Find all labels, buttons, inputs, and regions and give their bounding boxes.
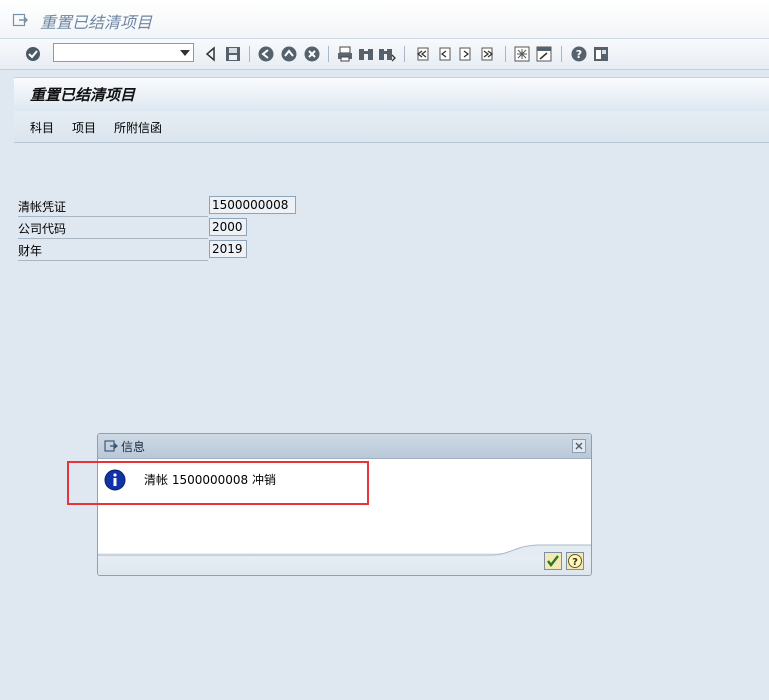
label-fiscal-year: 财年: [18, 240, 208, 261]
create-session-icon[interactable]: [513, 45, 531, 63]
application-toolbar: 科目 项目 所附信函: [14, 111, 769, 143]
dialog-title-bar: 信息: [98, 434, 591, 459]
shortcut-icon[interactable]: [535, 45, 553, 63]
dialog-footer: [98, 544, 591, 575]
dialog-title: 信息: [121, 440, 146, 454]
highlight-box: [67, 461, 369, 505]
help-icon: ?: [568, 554, 582, 568]
standard-toolbar: ?: [0, 39, 769, 70]
save-icon[interactable]: [224, 45, 242, 63]
exit-icon: [12, 12, 28, 28]
continue-button[interactable]: [544, 552, 562, 570]
first-page-icon[interactable]: [413, 45, 431, 63]
toolbar-separator: [561, 46, 562, 62]
window-title: 重置已结清项目: [40, 13, 153, 32]
menu-item-items[interactable]: 项目: [72, 119, 96, 136]
toolbar-separator: [505, 46, 506, 62]
command-field[interactable]: [53, 43, 194, 62]
chevron-down-icon[interactable]: [176, 44, 193, 61]
clearing-document-field[interactable]: 1500000008: [209, 196, 296, 214]
help-button[interactable]: ?: [566, 552, 584, 570]
toolbar-separator: [249, 46, 250, 62]
title-bar: 重置已结清项目: [0, 0, 769, 39]
help-icon[interactable]: ?: [570, 45, 588, 63]
cancel-icon[interactable]: [303, 45, 321, 63]
continue-check-icon: [547, 555, 559, 567]
menu-item-account[interactable]: 科目: [30, 119, 54, 136]
back-triangle-icon[interactable]: [202, 45, 220, 63]
back-icon[interactable]: [257, 45, 275, 63]
svg-text:?: ?: [572, 557, 578, 568]
label-clearing-document: 清帐凭证: [18, 196, 208, 217]
exit-icon: [104, 439, 118, 453]
find-icon[interactable]: [357, 45, 375, 63]
close-icon[interactable]: [572, 439, 586, 453]
company-code-field[interactable]: 2000: [209, 218, 247, 236]
previous-page-icon[interactable]: [435, 45, 453, 63]
screen-header: 重置已结清项目: [14, 77, 769, 112]
enter-icon[interactable]: [24, 45, 42, 63]
fiscal-year-field[interactable]: 2019: [209, 240, 247, 258]
customize-layout-icon[interactable]: [592, 45, 610, 63]
toolbar-separator: [328, 46, 329, 62]
print-icon[interactable]: [336, 45, 354, 63]
next-page-icon[interactable]: [457, 45, 475, 63]
page-title: 重置已结清项目: [30, 86, 136, 104]
label-company-code: 公司代码: [18, 218, 208, 239]
exit-icon[interactable]: [280, 45, 298, 63]
find-next-icon[interactable]: [378, 45, 396, 63]
toolbar-separator: [404, 46, 405, 62]
svg-text:?: ?: [576, 48, 582, 61]
menu-item-attached-letters[interactable]: 所附信函: [114, 119, 162, 136]
last-page-icon[interactable]: [479, 45, 497, 63]
